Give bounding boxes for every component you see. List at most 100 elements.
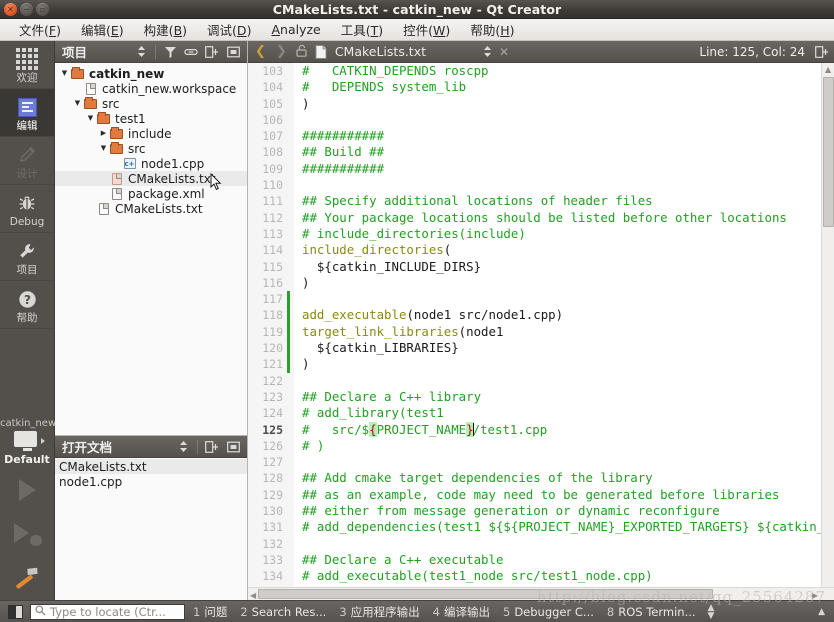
code-line[interactable]: # ) xyxy=(302,438,834,454)
pane-ros-terminal[interactable]: 8 ROS Termin... xyxy=(602,605,701,619)
code-line[interactable]: ## Build ## xyxy=(302,144,834,160)
tree-item[interactable]: ▼ catkin_new xyxy=(55,66,247,81)
code-line[interactable]: ## Declare a C++ executable xyxy=(302,552,834,568)
menu-debug[interactable]: 调试(D) xyxy=(198,18,260,41)
split-icon[interactable] xyxy=(205,45,219,59)
code-line[interactable] xyxy=(302,177,834,193)
pane-compile-output[interactable]: 4 编译输出 xyxy=(428,604,495,620)
chevron-down-icon[interactable]: ▼ xyxy=(98,141,109,156)
menu-analyze[interactable]: Analyze xyxy=(262,20,329,39)
menu-tools[interactable]: 工具(T) xyxy=(332,18,392,41)
open-document-item[interactable]: CMakeLists.txt xyxy=(55,459,247,474)
close-icon[interactable]: ✕ xyxy=(4,2,17,16)
open-document-item[interactable]: node1.cpp xyxy=(55,474,247,489)
code-line[interactable]: include_directories( xyxy=(302,242,834,258)
tree-item[interactable]: ▼ src xyxy=(55,96,247,111)
editor-horizontal-scrollbar[interactable]: ◀ ▶ xyxy=(248,587,834,600)
tree-item[interactable]: CMakeLists.txt xyxy=(55,171,247,191)
chevron-right-icon[interactable]: ▶ xyxy=(98,126,109,141)
code-line[interactable] xyxy=(302,291,834,307)
code-line[interactable]: # add_library(test1 xyxy=(302,405,834,421)
mode-help[interactable]: ? 帮助 xyxy=(0,281,54,329)
code-line[interactable]: # CATKIN_DEPENDS roscpp xyxy=(302,63,834,79)
code-text[interactable]: # CATKIN_DEPENDS roscpp # DEPENDS system_… xyxy=(294,63,834,587)
code-line[interactable]: ########### xyxy=(302,128,834,144)
unlock-icon[interactable] xyxy=(294,44,309,60)
pane-stepper-icon[interactable]: ▲ ▼ xyxy=(704,603,719,620)
view-stepper-icon[interactable] xyxy=(134,45,148,59)
open-documents-list[interactable]: CMakeLists.txt node1.cpp xyxy=(55,458,247,600)
code-line[interactable]: # include_directories(include) xyxy=(302,226,834,242)
sidebar-toggle-icon[interactable] xyxy=(8,604,23,619)
code-line[interactable]: # src/${PROJECT_NAME}/test1.cpp xyxy=(302,421,834,438)
menu-edit[interactable]: 编辑(E) xyxy=(72,18,133,41)
opendocs-stepper-icon[interactable] xyxy=(176,440,190,454)
code-line[interactable]: target_link_libraries(node1 xyxy=(302,324,834,340)
opendocs-split-icon[interactable] xyxy=(205,440,219,454)
code-line[interactable]: ########### xyxy=(302,161,834,177)
pane-debugger-console[interactable]: 5 Debugger C... xyxy=(498,605,599,619)
code-line[interactable]: ) xyxy=(302,356,834,372)
code-line[interactable]: # DEPENDS system_lib xyxy=(302,79,834,95)
pane-search-results[interactable]: 2 Search Res... xyxy=(235,605,331,619)
code-line[interactable]: ) xyxy=(302,275,834,291)
code-line[interactable]: ## Declare a C++ library xyxy=(302,389,834,405)
menu-widgets[interactable]: 控件(W) xyxy=(394,18,459,41)
mode-edit[interactable]: 编辑 xyxy=(0,89,54,137)
code-line[interactable] xyxy=(302,454,834,470)
editor-vertical-scrollbar[interactable]: ▲ xyxy=(821,63,834,587)
tree-item[interactable]: package.xml xyxy=(55,186,247,201)
code-line[interactable]: # add_executable(test1_node src/test1_no… xyxy=(302,568,834,584)
pane-application-output[interactable]: 3 应用程序输出 xyxy=(334,604,424,620)
build-button[interactable] xyxy=(0,556,54,600)
horizontal-scroll-thumb[interactable] xyxy=(258,589,713,599)
kit-selector[interactable]: catkin_new Default xyxy=(0,412,56,468)
mode-welcome[interactable]: 欢迎 xyxy=(0,41,54,89)
close-split-icon[interactable] xyxy=(226,45,240,59)
maximize-icon[interactable]: ▫ xyxy=(36,2,49,16)
code-line[interactable]: # add_dependencies(test1 ${${PROJECT_NAM… xyxy=(302,519,834,535)
opendocs-close-split-icon[interactable] xyxy=(226,440,240,454)
chevron-down-icon[interactable]: ▼ xyxy=(59,66,70,81)
code-line[interactable]: ## Your package locations should be list… xyxy=(302,210,834,226)
code-line[interactable]: ## Specify additional locations of heade… xyxy=(302,193,834,209)
minimize-icon[interactable]: − xyxy=(20,2,33,16)
tree-item[interactable]: ▶ include xyxy=(55,126,247,141)
code-line[interactable]: ## Add cmake target dependencies of the … xyxy=(302,470,834,486)
menu-help[interactable]: 帮助(H) xyxy=(461,18,523,41)
tree-item[interactable]: CMakeLists.txt xyxy=(55,201,247,216)
code-line[interactable] xyxy=(302,373,834,389)
chevron-down-icon[interactable]: ▼ xyxy=(85,111,96,126)
locator-input[interactable]: Type to locate (Ctr... xyxy=(30,603,185,620)
tree-item[interactable]: ▼ src xyxy=(55,141,247,156)
code-line[interactable]: ${catkin_INCLUDE_DIRS} xyxy=(302,259,834,275)
editor-file-stepper-icon[interactable] xyxy=(480,45,494,59)
code-line[interactable]: ## either from message generation or dyn… xyxy=(302,503,834,519)
scroll-up-arrow-icon[interactable]: ▲ xyxy=(825,65,831,74)
code-line[interactable] xyxy=(302,112,834,128)
code-line[interactable]: ) xyxy=(302,96,834,112)
nav-back-icon[interactable]: ❮ xyxy=(252,44,269,59)
project-tree[interactable]: ▼ catkin_new catkin_new.workspace ▼ src ▼ test… xyxy=(55,63,247,435)
code-line[interactable]: ${catkin_LIBRARIES} xyxy=(302,340,834,356)
menu-file[interactable]: 文件(F) xyxy=(10,18,70,41)
sync-link-icon[interactable] xyxy=(184,45,198,59)
editor-close-icon[interactable]: ✕ xyxy=(497,45,511,59)
tree-item[interactable]: ▼ test1 xyxy=(55,111,247,126)
pane-expand-icon[interactable]: ▲ xyxy=(813,607,830,617)
editor-filename[interactable]: CMakeLists.txt xyxy=(331,44,426,59)
chevron-down-icon[interactable]: ▼ xyxy=(72,96,83,111)
scroll-right-arrow-icon[interactable]: ▶ xyxy=(812,591,818,600)
editor-split-icon[interactable] xyxy=(815,45,829,59)
menu-build[interactable]: 构建(B) xyxy=(135,18,196,41)
tree-item[interactable]: catkin_new.workspace xyxy=(55,81,247,96)
mode-debug[interactable]: Debug xyxy=(0,185,54,233)
vertical-scroll-thumb[interactable] xyxy=(823,77,834,227)
filter-icon[interactable] xyxy=(163,45,177,59)
code-line[interactable]: ## as an example, code may need to be ge… xyxy=(302,487,834,503)
pane-problems[interactable]: 1 问题 xyxy=(188,604,232,620)
scroll-left-arrow-icon[interactable]: ◀ xyxy=(250,591,256,600)
mode-projects[interactable]: 项目 xyxy=(0,233,54,281)
code-line[interactable] xyxy=(302,536,834,552)
code-line[interactable]: add_executable(node1 src/node1.cpp) xyxy=(302,307,834,323)
